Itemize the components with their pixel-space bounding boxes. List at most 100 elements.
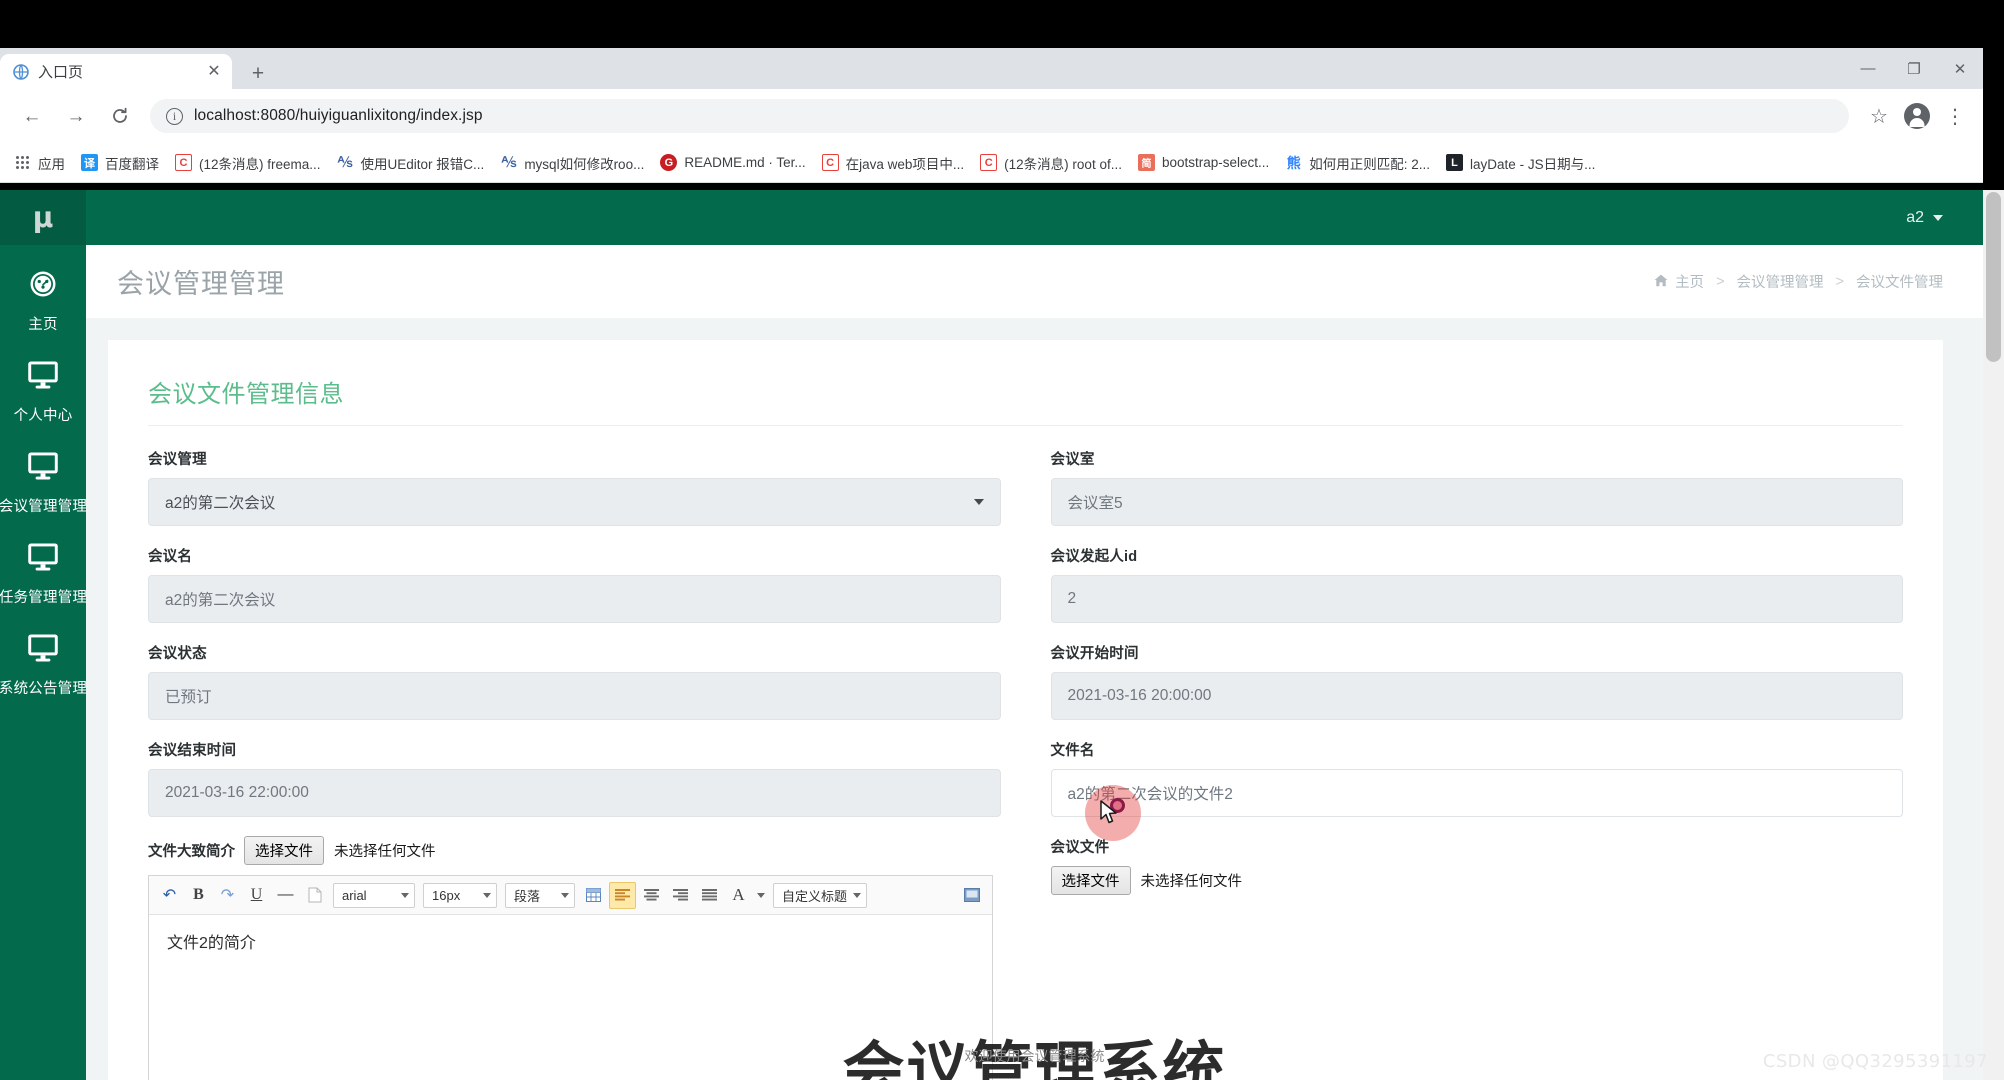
field-label: 会议文件 — [1050, 840, 1110, 856]
horizontal-rule-icon[interactable]: — — [272, 882, 299, 909]
meeting-room-input: 会议室5 — [1050, 478, 1903, 526]
bookmark-label: 如何用正则匹配: 2... — [1309, 156, 1431, 172]
minimize-button[interactable]: — — [1845, 53, 1891, 85]
scrollbar-thumb[interactable] — [1986, 192, 2001, 362]
choose-file-button-intro[interactable]: 选择文件 — [244, 836, 324, 865]
end-time-input: 2021-03-16 22:00:00 — [148, 769, 1001, 817]
sidebar-logo[interactable]: μ — [0, 190, 86, 245]
script-icon: ⅍ — [501, 154, 517, 171]
no-file-selected-text: 未选择任何文件 — [1140, 874, 1243, 890]
sidebar-item-label: 个人中心 — [13, 408, 73, 424]
tab-strip: 入口页 ✕ + — ❐ ✕ — [0, 48, 1983, 89]
forward-button[interactable]: → — [59, 99, 93, 133]
input-value: 2021-03-16 20:00:00 — [1067, 687, 1212, 704]
user-menu[interactable]: a2 — [1906, 209, 1943, 227]
align-justify-icon[interactable] — [696, 882, 723, 909]
reload-icon[interactable] — [103, 99, 137, 133]
undo-icon[interactable]: ↶ — [156, 882, 183, 909]
bookmark-item[interactable]: 熊 如何用正则匹配: 2... — [1277, 149, 1438, 177]
font-family-select[interactable]: arial — [333, 882, 415, 908]
redo-icon[interactable]: ↷ — [214, 882, 241, 909]
field-file-intro: 文件大致简介 选择文件 未选择任何文件 ↶ B ↷ U — arial 16px… — [148, 836, 1001, 1080]
bookmark-label: 使用UEditor 报错C... — [360, 156, 485, 172]
bookmark-label: (12条消息) root of... — [1004, 156, 1122, 172]
card-title: 会议文件管理信息 — [148, 381, 344, 408]
browser-menu-icon[interactable]: ⋮ — [1937, 98, 1973, 134]
breadcrumb-item[interactable]: 主页 — [1675, 271, 1704, 292]
breadcrumb-item[interactable]: 会议管理管理 — [1737, 271, 1824, 292]
choose-file-button-meeting[interactable]: 选择文件 — [1050, 866, 1131, 895]
bookmark-label: layDate - JS日期与... — [1470, 156, 1596, 172]
browser-tab[interactable]: 入口页 ✕ — [0, 54, 232, 89]
fullscreen-icon[interactable] — [958, 882, 985, 909]
chevron-down-icon — [561, 892, 569, 898]
sidebar-item-system-notice[interactable]: 系统公告管理 — [0, 619, 88, 710]
translate-icon: 译 — [81, 154, 98, 171]
tab-title: 入口页 — [38, 64, 84, 81]
page-scrollbar[interactable] — [1983, 190, 2004, 1080]
content-area: 会议文件管理信息 会议管理 a2的第二次会议 会议室 会议室5 会议名 a2的第… — [86, 318, 1983, 1080]
bookmark-item[interactable]: ⅍ 使用UEditor 报错C... — [329, 149, 493, 177]
bookmark-item[interactable]: 译 百度翻译 — [73, 149, 167, 177]
paragraph-format-select[interactable]: 段落 — [505, 882, 575, 908]
chevron-down-icon — [401, 892, 409, 898]
bookmark-star-icon[interactable]: ☆ — [1861, 98, 1897, 134]
sidebar-item-task-management[interactable]: 任务管理管理 — [0, 528, 88, 619]
editor-content[interactable]: 文件2的简介 — [149, 915, 992, 1080]
align-left-icon[interactable] — [609, 881, 636, 909]
apps-grid-icon — [14, 154, 31, 171]
field-label: 文件名 — [1050, 743, 1095, 759]
sidebar-logo-text: μ — [32, 200, 54, 234]
page-title: 会议管理管理 — [117, 269, 285, 299]
align-right-icon[interactable] — [667, 882, 694, 909]
sidebar-item-label: 任务管理管理 — [0, 590, 88, 606]
address-bar[interactable]: i localhost:8080/huiyiguanlixitong/index… — [150, 99, 1849, 133]
bookmark-apps[interactable]: 应用 — [6, 149, 73, 177]
initiator-id-input: 2 — [1050, 575, 1903, 623]
bookmark-label: README.md · Ter... — [684, 155, 806, 170]
input-value: a2的第二次会议的文件2 — [1067, 786, 1233, 803]
sidebar-item-personal-center[interactable]: 个人中心 — [0, 346, 86, 437]
new-tab-button[interactable]: + — [245, 60, 271, 86]
field-label: 会议管理 — [148, 452, 207, 468]
bookmark-label: 应用 — [38, 156, 65, 172]
custom-title-select[interactable]: 自定义标题 — [773, 882, 868, 908]
field-label: 会议状态 — [148, 646, 207, 662]
bookmark-item[interactable]: 简 bootstrap-select... — [1130, 149, 1277, 177]
maximize-button[interactable]: ❐ — [1891, 53, 1937, 85]
bookmark-item[interactable]: C (12条消息) root of... — [972, 149, 1130, 177]
bold-icon[interactable]: B — [185, 882, 212, 909]
input-value: 会议室5 — [1067, 495, 1123, 512]
text-color-icon[interactable]: A — [725, 882, 752, 909]
form-card: 会议文件管理信息 会议管理 a2的第二次会议 会议室 会议室5 会议名 a2的第… — [108, 340, 1943, 1080]
meeting-manage-select[interactable]: a2的第二次会议 — [148, 478, 1001, 526]
page-icon[interactable] — [301, 882, 328, 909]
bookmark-item[interactable]: L layDate - JS日期与... — [1438, 149, 1603, 177]
back-button[interactable]: ← — [15, 99, 49, 133]
field-label: 会议名 — [148, 549, 193, 565]
breadcrumb-separator: > — [1835, 273, 1844, 290]
bookmark-item[interactable]: C (12条消息) freema... — [167, 149, 329, 177]
bookmark-item[interactable]: G README.md · Ter... — [652, 149, 813, 177]
file-name-input[interactable]: a2的第二次会议的文件2 — [1050, 769, 1903, 817]
font-size-select[interactable]: 16px — [423, 882, 497, 908]
sidebar-item-meeting-management[interactable]: 会议管理管理 — [0, 437, 87, 528]
address-bar-url: localhost:8080/huiyiguanlixitong/index.j… — [194, 107, 483, 124]
close-window-button[interactable]: ✕ — [1937, 53, 1983, 85]
csdn-icon: C — [980, 154, 998, 171]
table-icon[interactable] — [580, 882, 607, 909]
sidebar-item-home[interactable]: 主页 — [0, 255, 86, 346]
bookmark-item[interactable]: ⅍ mysql如何修改roo... — [492, 149, 652, 177]
account-avatar-icon[interactable] — [1899, 98, 1935, 134]
input-value: 2021-03-16 22:00:00 — [165, 784, 309, 801]
field-end-time: 会议结束时间 2021-03-16 22:00:00 — [148, 739, 1001, 817]
info-icon[interactable]: i — [166, 107, 183, 125]
bookmark-item[interactable]: C 在java web项目中... — [814, 149, 973, 177]
align-center-icon[interactable] — [638, 882, 665, 909]
topbar: a2 — [86, 190, 1983, 245]
underline-icon[interactable]: U — [243, 882, 270, 909]
close-icon[interactable]: ✕ — [204, 62, 224, 82]
sidebar-item-label: 系统公告管理 — [0, 681, 88, 697]
select-value: 段落 — [514, 888, 541, 904]
text-color-dropdown-icon[interactable] — [754, 882, 768, 909]
